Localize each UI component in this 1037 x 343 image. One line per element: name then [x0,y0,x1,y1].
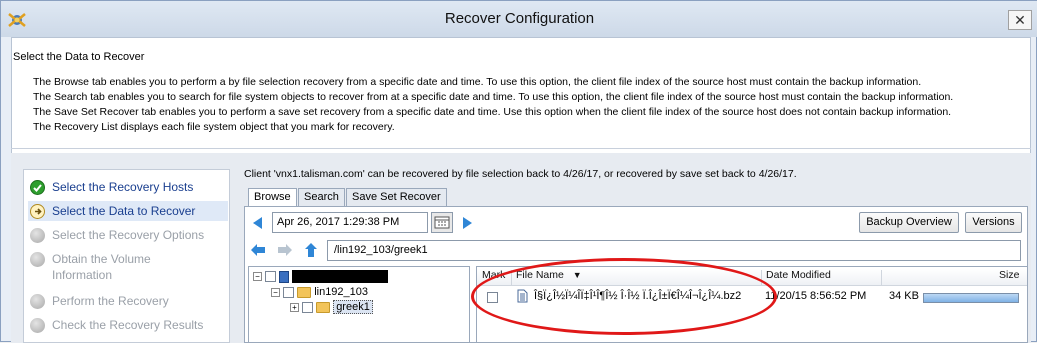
tree-node-lin192[interactable]: − lin192_103 [271,286,368,300]
wizard-steps-panel: Select the Recovery Hosts Select the Dat… [23,169,230,343]
column-header-date-modified[interactable]: Date Modified [766,269,831,285]
step-label: Select the Data to Recover [52,204,196,218]
host-icon [279,270,290,283]
tree-checkbox[interactable] [283,286,295,298]
folder-icon [316,301,331,313]
description-recovery-list: The Recovery List displays each file sys… [33,121,395,133]
step-label: Select the Recovery Options [52,228,205,242]
pending-step-icon [30,228,45,243]
forward-arrow-icon[interactable] [277,243,293,257]
tab-search[interactable]: Search [298,188,345,206]
recovery-date-input[interactable]: Apr 26, 2017 1:29:38 PM [272,212,428,233]
tree-node-label: greek1 [333,300,373,314]
tab-browse[interactable]: Browse [248,188,297,207]
column-header-size[interactable]: Size [999,269,1019,285]
step-obtain-volume-information[interactable]: Obtain the Volume Information [28,251,228,283]
pending-step-icon [30,294,45,309]
versions-button[interactable]: Versions [965,212,1022,233]
redacted-host-label [292,270,389,283]
description-browse: The Browse tab enables you to perform a … [33,76,922,88]
description-saveset: The Save Set Recover tab enables you to … [33,106,952,118]
column-divider [881,270,882,285]
step-label: Check the Recovery Results [52,318,204,332]
previous-date-icon[interactable] [250,215,266,231]
step-label-line2: Information [52,268,113,282]
pending-step-icon [30,318,45,333]
tree-root-node[interactable]: − [253,270,389,284]
calendar-icon [434,216,450,229]
section-title: Select the Data to Recover [13,51,145,63]
size-bar [923,293,1019,303]
close-button[interactable]: ✕ [1008,10,1032,30]
size-cell: 34 KB [889,290,919,302]
recover-configuration-window: Recover Configuration ✕ Select the Data … [0,0,1037,343]
tree-node-greek1[interactable]: + greek1 [290,300,373,315]
backup-overview-button[interactable]: Backup Overview [859,212,959,233]
client-info-text: Client 'vnx1.talisman.com' can be recove… [244,168,797,180]
window-title: Recover Configuration [444,10,595,27]
tab-save-set-recover[interactable]: Save Set Recover [346,188,447,206]
pending-step-icon [30,252,45,267]
header-divider [11,148,1031,149]
folder-icon [297,286,312,298]
tree-checkbox[interactable] [302,301,314,313]
expand-icon[interactable]: + [290,302,299,312]
up-folder-icon[interactable] [304,242,318,258]
step-label: Select the Recovery Hosts [52,180,194,194]
annotation-oval [471,258,777,335]
collapse-icon[interactable]: − [271,287,280,297]
next-date-icon[interactable] [459,215,475,231]
back-arrow-icon[interactable] [250,243,266,257]
date-modified-cell: 11/20/15 8:56:52 PM [765,290,867,302]
step-select-data-to-recover[interactable]: Select the Data to Recover [28,201,228,221]
tree-checkbox[interactable] [265,271,277,282]
step-label: Perform the Recovery [52,294,169,308]
collapse-icon[interactable]: − [253,272,262,281]
current-step-icon [30,204,45,219]
calendar-button[interactable] [431,212,453,233]
check-circle-icon [30,180,45,195]
title-bar[interactable]: Recover Configuration ✕ [1,1,1037,37]
tree-node-label: lin192_103 [314,286,369,298]
browse-path-input[interactable]: /lin192_103/greek1 [327,240,1021,261]
step-label: Obtain the Volume [52,252,151,266]
description-search: The Search tab enables you to search for… [33,91,954,103]
